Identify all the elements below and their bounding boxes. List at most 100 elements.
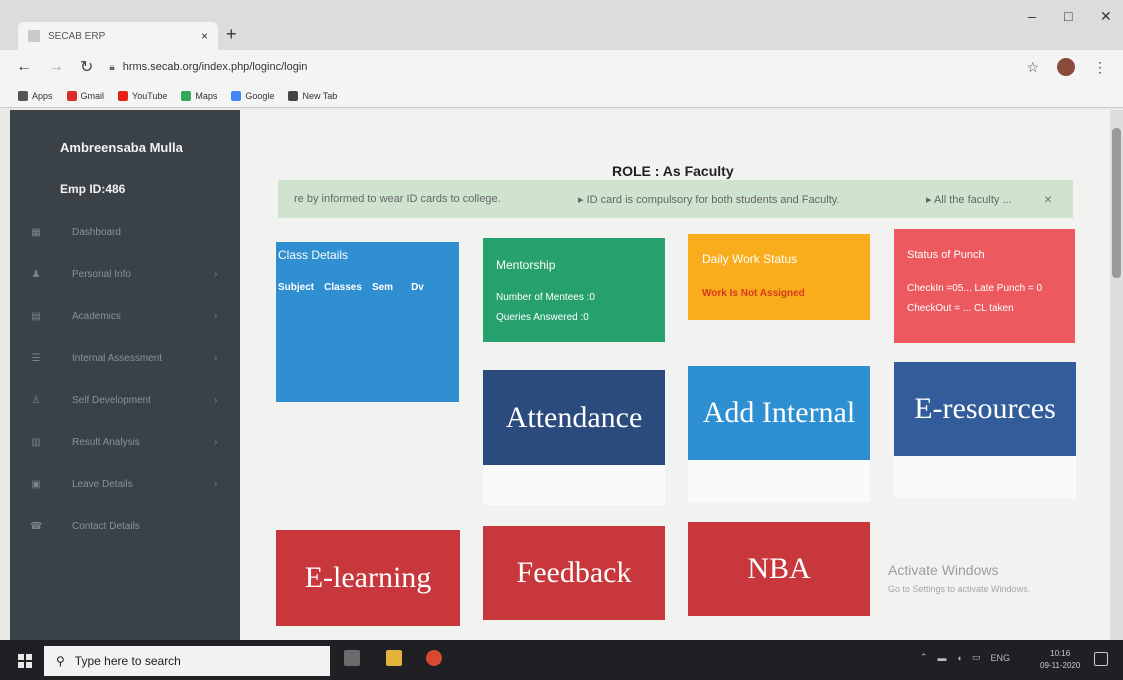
sidebar-item-label: Contact Details <box>72 520 140 532</box>
new-tab-button[interactable]: + <box>226 24 237 45</box>
activate-windows-subtext: Go to Settings to activate Windows. <box>888 584 1031 594</box>
lock-icon: 🔒︎ <box>109 61 115 73</box>
attendance-tile[interactable]: Attendance <box>483 370 665 465</box>
sidebar-item-academics[interactable]: ▤ Academics › <box>10 306 240 326</box>
punch-status-card[interactable]: Status of Punch CheckIn =05... Late Punc… <box>894 229 1075 343</box>
checkout-status: CheckOut = ... CL taken <box>907 303 1014 314</box>
taskbar-search[interactable]: ⚲ Type here to search <box>44 646 330 676</box>
class-table-header: Subject <box>278 282 315 293</box>
battery-icon[interactable]: ▭ <box>972 652 981 663</box>
calendar-icon: ▣ <box>31 478 41 490</box>
browser-tab-bar: SECAB ERP × + – □ ✕ <box>0 0 1123 50</box>
sidebar-item-label: Internal Assessment <box>72 352 163 364</box>
notification-icon[interactable] <box>1094 652 1108 666</box>
notice-close-icon[interactable]: × <box>1044 191 1052 207</box>
minimize-icon[interactable]: – <box>1028 8 1036 24</box>
sidebar-item-label: Result Analysis <box>72 436 140 448</box>
chevron-up-icon[interactable]: ⌃ <box>920 652 928 663</box>
daily-work-status-card[interactable]: Daily Work Status Work Is Not Assigned <box>688 234 870 320</box>
e-resources-tile[interactable]: E-resources <box>894 362 1076 456</box>
sidebar-item-dashboard[interactable]: ▦ Dashboard <box>10 222 240 242</box>
bookmark-icon <box>231 90 242 101</box>
checkin-status: CheckIn =05... Late Punch = 0 <box>907 283 1043 294</box>
browser-menu-icon[interactable]: ⋮ <box>1093 59 1107 76</box>
card-title: Status of Punch <box>907 249 985 261</box>
tab-close-icon[interactable]: × <box>201 29 208 43</box>
bookmark-apps[interactable]: Apps <box>18 90 53 101</box>
bookmark-new-tab[interactable]: New Tab <box>288 90 338 101</box>
tile-footer <box>894 456 1076 498</box>
chrome-icon[interactable] <box>426 650 442 666</box>
forward-icon[interactable]: → <box>48 58 64 76</box>
chevron-right-icon: › <box>214 310 218 322</box>
user-icon: ♟ <box>31 268 41 280</box>
taskbar-clock[interactable]: 10:16 09-11-2020 <box>1040 648 1080 672</box>
maximize-icon[interactable]: □ <box>1064 8 1072 24</box>
bookmark-maps[interactable]: Maps <box>181 90 217 101</box>
role-heading: ROLE : As Faculty <box>612 163 734 179</box>
book-icon: ▤ <box>31 310 41 322</box>
bookmark-label: Google <box>245 90 275 101</box>
sidebar-item-contact-details[interactable]: ☎ Contact Details <box>10 516 240 536</box>
chart-icon: ▥ <box>31 436 41 448</box>
profile-avatar[interactable] <box>1057 58 1075 76</box>
class-table-header: Classes <box>324 282 362 293</box>
sidebar-item-label: Leave Details <box>72 478 133 490</box>
notice-banner: re by informed to wear ID cards to colle… <box>278 180 1073 218</box>
activate-windows-watermark: Activate Windows <box>888 562 999 578</box>
taskbar: ⚲ Type here to search ⌃ ▬ ◖ ▭ ENG 10:16 … <box>0 640 1123 680</box>
bookmark-icon <box>288 90 299 101</box>
bookmark-gmail[interactable]: Gmail <box>66 90 104 101</box>
bookmark-label: Apps <box>32 90 53 101</box>
address-bar[interactable]: 🔒︎ hrms.secab.org/index.php/loginc/login <box>109 61 307 73</box>
nba-tile[interactable]: NBA <box>688 522 870 616</box>
bookmark-youtube[interactable]: YouTube <box>118 90 167 101</box>
bookmark-icon <box>66 90 77 101</box>
task-view-icon[interactable] <box>344 650 360 666</box>
close-window-icon[interactable]: ✕ <box>1100 8 1112 25</box>
network-icon[interactable]: ▬ <box>938 653 947 663</box>
feedback-tile[interactable]: Feedback <box>483 526 665 620</box>
chevron-right-icon: › <box>214 394 218 406</box>
search-icon: ⚲ <box>56 654 65 668</box>
back-icon[interactable]: ← <box>16 58 32 76</box>
browser-tab[interactable]: SECAB ERP × <box>18 22 218 50</box>
sidebar-item-leave-details[interactable]: ▣ Leave Details › <box>10 474 240 494</box>
bookmark-star-icon[interactable]: ☆ <box>1026 59 1039 76</box>
scroll-thumb[interactable] <box>1112 128 1121 278</box>
sidebar-item-label: Dashboard <box>72 226 121 238</box>
mentorship-card[interactable]: Mentorship Number of Mentees :0 Queries … <box>483 238 665 342</box>
scrollbar[interactable] <box>1110 110 1123 640</box>
chevron-right-icon: › <box>214 352 218 364</box>
queries-count: Queries Answered :0 <box>496 312 589 323</box>
bookmark-icon <box>181 90 192 101</box>
sidebar-item-label: Self Development <box>72 394 151 406</box>
notice-item: ▸ All the faculty ... <box>926 193 1012 206</box>
bookmarks-bar: Apps Gmail YouTube Maps Google New Tab <box>0 84 1123 108</box>
card-title: Mentorship <box>496 258 556 272</box>
add-internal-tile[interactable]: Add Internal <box>688 366 870 460</box>
class-details-card[interactable]: Class Details Subject Classes Sem Dv <box>276 242 459 402</box>
volume-icon[interactable]: ◖ <box>957 653 962 663</box>
chevron-right-icon: › <box>214 436 218 448</box>
bookmark-google[interactable]: Google <box>231 90 275 101</box>
sidebar-item-result-analysis[interactable]: ▥ Result Analysis › <box>10 432 240 452</box>
url-text[interactable]: hrms.secab.org/index.php/loginc/login <box>123 61 308 73</box>
tab-title: SECAB ERP <box>48 30 106 42</box>
bookmark-icon <box>18 90 28 101</box>
language-indicator[interactable]: ENG <box>991 653 1011 663</box>
e-learning-tile[interactable]: E-learning <box>276 530 460 626</box>
bookmark-icon <box>118 90 129 101</box>
bookmark-label: New Tab <box>302 90 338 101</box>
sidebar-item-internal-assessment[interactable]: ☰ Internal Assessment › <box>10 348 240 368</box>
sidebar-item-label: Personal Info <box>72 268 131 280</box>
sidebar-item-self-development[interactable]: ♙ Self Development › <box>10 390 240 410</box>
sidebar-item-personal-info[interactable]: ♟ Personal Info › <box>10 264 240 284</box>
clock-time: 10:16 <box>1050 649 1071 658</box>
system-tray: ⌃ ▬ ◖ ▭ ENG <box>920 652 1010 663</box>
notice-item: ▸ ID card is compulsory for both student… <box>578 193 840 206</box>
windows-start-icon[interactable] <box>18 654 32 668</box>
reload-icon[interactable]: ↻ <box>80 57 93 77</box>
notice-item: re by informed to wear ID cards to colle… <box>294 193 501 205</box>
file-explorer-icon[interactable] <box>386 650 402 666</box>
